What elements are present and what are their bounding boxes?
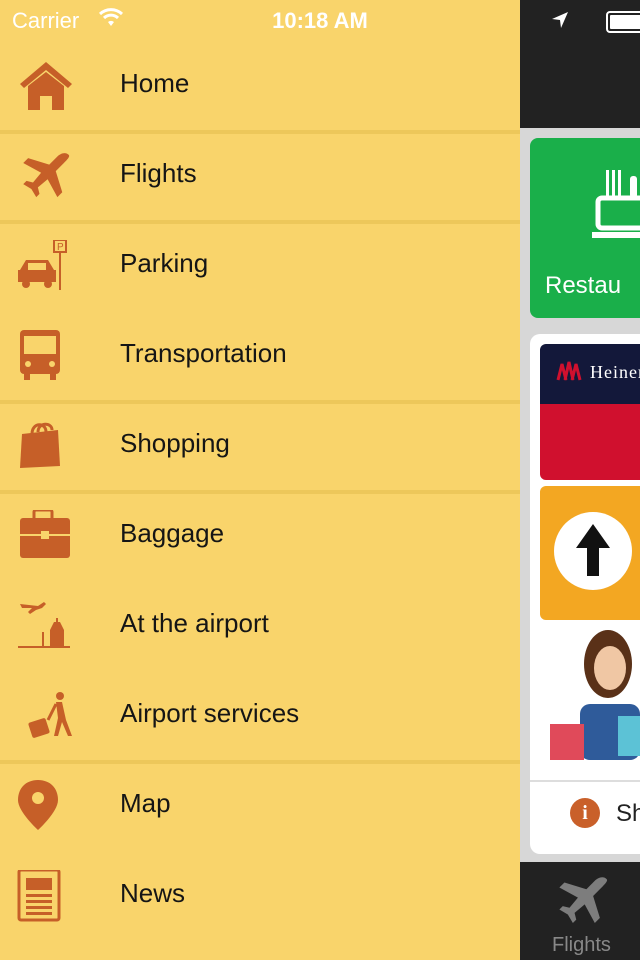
tab-flights-label[interactable]: Flights [552,934,611,957]
menu-item-home[interactable]: Home [0,40,520,130]
info-text: Sh [616,800,640,827]
menu-item-airport-services[interactable]: Airport services [0,670,520,760]
heineken-ad-body[interactable] [540,404,640,480]
menu-item-flights[interactable]: Flights [0,130,520,220]
menu-item-label: Flights [120,158,197,188]
clock-label: 10:18 AM [272,8,368,33]
bus-icon [20,330,60,380]
map-pin-icon [18,780,58,830]
menu-item-label: Parking [120,248,209,278]
up-arrow-icon [554,512,632,590]
airplane-icon [23,153,70,198]
menu-item-baggage[interactable]: Baggage [0,490,520,580]
divider [530,780,640,782]
shopping-bag-icon [20,422,60,468]
home-icon [20,62,72,110]
menu-item-label: Home [120,68,190,98]
heineken-logo-icon [556,361,582,381]
menu-item-label: Shopping [120,428,230,458]
restaurant-icon [592,170,640,238]
menu-item-transportation[interactable]: Transportation [0,310,520,400]
status-bar: Carrier 10:18 AM [0,0,520,40]
menu-item-label: Baggage [120,518,225,548]
side-menu: Carrier 10:18 AM Home Flights P Parking … [0,0,520,960]
menu-item-label: Map [120,788,171,818]
restaurant-label: Restau [545,272,622,299]
menu-item-label: Airport services [120,698,300,728]
airplane-tab-icon[interactable] [556,874,610,928]
menu-item-at-the-airport[interactable]: At the airport [0,580,520,670]
svg-text:P: P [57,242,64,253]
menu-item-shopping[interactable]: Shopping [0,400,520,490]
menu-item-label: News [120,878,186,908]
menu-item-map[interactable]: Map [0,760,520,850]
ad-brand-text: Heiner [590,362,640,382]
parking-car-icon: P [18,240,67,290]
briefcase-icon [20,510,70,558]
menu-item-news[interactable]: News [0,850,520,940]
shopping-photo[interactable] [540,624,640,764]
menu-item-parking[interactable]: P Parking [0,220,520,310]
menu-item-label: Transportation [120,338,287,368]
info-icon[interactable]: i [570,798,600,828]
traveler-luggage-icon [28,692,72,738]
airport-building-icon [18,602,70,648]
newspaper-icon [17,870,61,922]
main-content-panel: Restau Heiner i Sh Flights [520,0,640,960]
menu-item-label: At the airport [120,608,269,638]
